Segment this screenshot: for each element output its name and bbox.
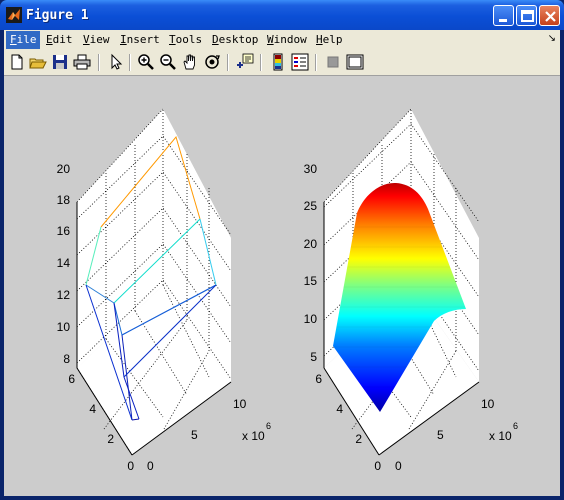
insert-colorbar-button[interactable] <box>269 53 287 71</box>
left-x-tick: 5 <box>191 428 198 442</box>
colorbar-icon <box>273 53 283 71</box>
save-icon <box>53 55 67 69</box>
toolbar-separator <box>129 54 131 71</box>
zoom-in-icon <box>138 54 154 70</box>
toolbar-separator <box>227 54 229 71</box>
data-cursor-button[interactable] <box>236 53 254 71</box>
figure-canvas[interactable]: 20 18 16 14 12 10 8 6 4 2 0 0 5 10 x 10 … <box>4 77 560 496</box>
right-y-tick: 2 <box>355 432 362 446</box>
right-x-tick: 10 <box>481 397 495 411</box>
toolbar-separator <box>315 54 317 71</box>
left-y-tick: 2 <box>107 432 114 446</box>
show-plot-tools-button[interactable] <box>346 53 364 71</box>
zoom-out-button[interactable] <box>159 53 177 71</box>
left-x-exponent-label: x 10 <box>242 429 265 443</box>
figure-window: Figure 1 File Edit View Insert Tools Des… <box>0 0 564 500</box>
menu-bar: File Edit View Insert Tools Desktop Wind… <box>4 30 560 50</box>
close-button[interactable] <box>539 5 560 26</box>
toolbar-separator <box>260 54 262 71</box>
title-bar[interactable]: Figure 1 <box>0 0 564 30</box>
close-icon <box>545 11 556 22</box>
left-axes: 20 18 16 14 12 10 8 6 4 2 0 0 5 10 x 10 … <box>57 108 271 473</box>
right-z-tick: 15 <box>304 274 318 288</box>
right-z-tick: 20 <box>304 237 318 251</box>
hide-plot-tools-icon <box>327 56 339 68</box>
save-button[interactable] <box>51 53 69 71</box>
print-icon <box>73 54 91 70</box>
right-x-tick: 0 <box>395 459 402 473</box>
left-z-tick: 18 <box>57 193 71 207</box>
menu-tools[interactable]: Tools <box>169 33 202 49</box>
pointer-icon <box>111 53 123 70</box>
maximize-button[interactable] <box>516 5 537 26</box>
window-title: Figure 1 <box>26 8 89 23</box>
maximize-icon <box>521 10 534 22</box>
menu-insert[interactable]: Insert <box>120 33 160 49</box>
right-z-tick: 5 <box>310 350 317 364</box>
insert-legend-button[interactable] <box>291 53 309 71</box>
edit-plot-button[interactable] <box>107 53 125 71</box>
right-x-exponent-label: x 10 <box>489 429 512 443</box>
minimize-icon <box>499 19 507 22</box>
right-y-tick: 0 <box>374 459 381 473</box>
print-button[interactable] <box>73 53 91 71</box>
new-figure-button[interactable] <box>8 53 26 71</box>
plots-svg: 20 18 16 14 12 10 8 6 4 2 0 0 5 10 x 10 … <box>57 108 518 473</box>
right-z-tick: 25 <box>304 199 318 213</box>
right-x-exponent: 6 <box>513 421 518 431</box>
figure-toolbar <box>4 50 560 76</box>
zoom-out-icon <box>160 54 176 70</box>
left-z-tick: 8 <box>63 352 70 366</box>
toolbar-separator <box>98 54 100 71</box>
left-z-tick: 12 <box>57 288 71 302</box>
matlab-logo-icon <box>6 7 22 23</box>
left-z-tick: 16 <box>57 224 71 238</box>
menu-file[interactable]: File <box>6 31 40 49</box>
left-y-tick: 6 <box>68 372 75 386</box>
dock-arrow-icon[interactable]: ↘ <box>548 33 556 44</box>
left-y-tick: 0 <box>127 459 134 473</box>
left-y-tick: 4 <box>89 402 96 416</box>
rotate-3d-button[interactable] <box>203 53 221 71</box>
menu-help[interactable]: Help <box>316 33 343 49</box>
left-x-exponent: 6 <box>266 421 271 431</box>
left-z-tick: 20 <box>57 162 71 176</box>
menu-desktop[interactable]: Desktop <box>212 33 258 49</box>
hide-plot-tools-button[interactable] <box>324 53 342 71</box>
menu-window[interactable]: Window <box>267 33 307 49</box>
right-axes: 30 25 20 15 10 5 6 4 2 0 0 5 10 x 10 6 <box>304 108 518 473</box>
open-file-icon <box>29 58 47 69</box>
minimize-button[interactable] <box>493 5 514 26</box>
rotate-3d-icon <box>205 55 220 69</box>
left-x-tick: 10 <box>233 397 247 411</box>
menu-edit[interactable]: Edit <box>46 33 73 49</box>
right-x-tick: 5 <box>437 428 444 442</box>
right-z-tick: 10 <box>304 312 318 326</box>
left-z-tick: 10 <box>57 320 71 334</box>
right-y-tick: 4 <box>336 402 343 416</box>
left-z-tick: 14 <box>57 256 71 270</box>
zoom-in-button[interactable] <box>137 53 155 71</box>
pan-button[interactable] <box>181 53 199 71</box>
right-y-tick: 6 <box>315 372 322 386</box>
open-file-button[interactable] <box>29 53 47 71</box>
new-figure-icon <box>11 54 23 70</box>
show-plot-tools-icon <box>346 54 364 70</box>
data-cursor-icon <box>237 53 254 68</box>
pan-hand-icon <box>183 54 195 70</box>
left-x-tick: 0 <box>147 459 154 473</box>
figure-frame: File Edit View Insert Tools Desktop Wind… <box>4 30 560 496</box>
legend-icon <box>291 53 309 71</box>
right-z-tick: 30 <box>304 162 318 176</box>
menu-view[interactable]: View <box>83 33 110 49</box>
